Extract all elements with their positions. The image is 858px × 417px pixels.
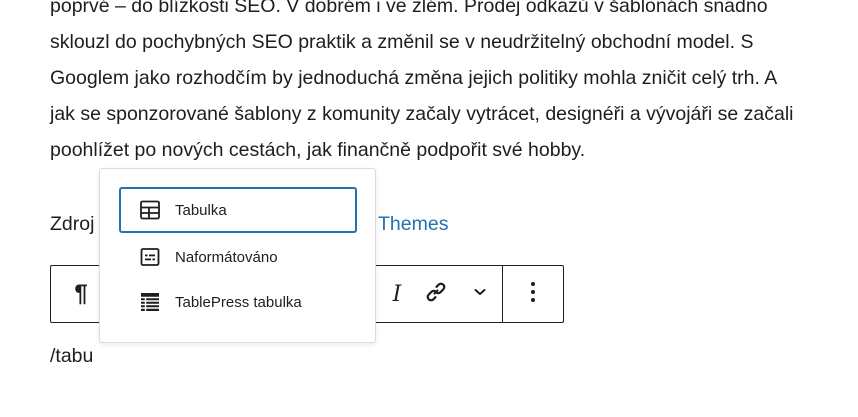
italic-icon: I	[392, 281, 402, 307]
suggestion-label: Tabulka	[175, 201, 227, 219]
block-options-button[interactable]	[503, 266, 563, 322]
paragraph-line: sklouzl do pochybných SEO praktik a změn…	[50, 31, 754, 53]
paragraph-line: jak se sponzorované šablony z komunity z…	[50, 103, 794, 125]
preformatted-icon	[137, 244, 163, 270]
chevron-down-icon	[471, 283, 489, 306]
source-prefix: Zdroj	[50, 213, 95, 235]
paragraph-line: poohlížet po nových cestách, jak finančn…	[50, 139, 586, 161]
suggestion-label: TablePress tabulka	[175, 293, 302, 311]
source-paragraph[interactable]: Zdroj	[50, 206, 94, 242]
post-paragraph[interactable]: poprvé – do blízkosti SEO. V dobrém i ve…	[50, 0, 850, 168]
italic-button[interactable]: I	[380, 266, 414, 322]
suggestion-label: Naformátováno	[175, 248, 278, 266]
link-button[interactable]	[414, 266, 458, 322]
more-vertical-icon	[530, 281, 536, 308]
link-icon	[424, 280, 448, 309]
paragraph-line: Googlem jako rozhodčím by jednoduchá změ…	[50, 67, 778, 89]
suggestion-preformatted[interactable]: Naformátováno	[119, 234, 357, 280]
paragraph-line: poprvé – do blízkosti SEO. V dobrém i ve…	[50, 0, 768, 17]
tablepress-icon	[137, 289, 163, 315]
pilcrow-icon: ¶	[74, 280, 88, 307]
table-icon	[137, 197, 163, 223]
source-link[interactable]: Themes	[378, 206, 448, 242]
slash-command-text[interactable]: /tabu	[50, 338, 93, 374]
more-formatting-button[interactable]	[458, 266, 502, 322]
suggestion-tablepress[interactable]: TablePress tabulka	[119, 279, 357, 325]
block-autocomplete-popover: Tabulka Naformátováno TablePress tabulka	[99, 168, 376, 343]
suggestion-table[interactable]: Tabulka	[119, 187, 357, 233]
